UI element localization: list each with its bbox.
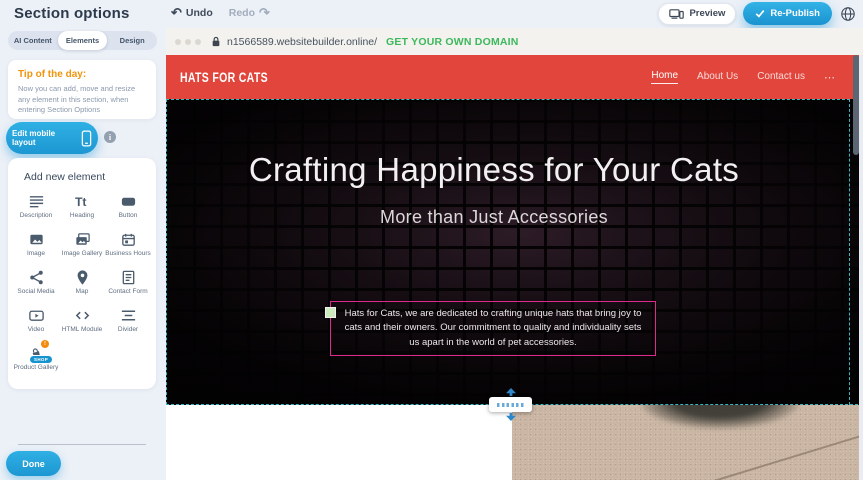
nav-item-about-us[interactable]: About Us — [697, 71, 738, 84]
window-dots-icon — [175, 39, 201, 45]
tip-of-the-day-card: Tip of the day: Now you can add, move an… — [8, 60, 156, 119]
element-item-product-gallery[interactable]: ! SHOP Product Gallery — [13, 344, 59, 382]
element-item-business-hours[interactable]: Business Hours — [105, 230, 151, 268]
get-domain-link[interactable]: GET YOUR OWN DOMAIN — [386, 36, 519, 48]
contact-form-icon — [119, 268, 137, 286]
redo-button[interactable]: Redo ↷ — [229, 6, 270, 19]
hero-background-image — [166, 99, 859, 405]
element-item-image-gallery[interactable]: Image Gallery — [59, 230, 105, 268]
sidebar-tabs: AI Content Elements Design — [8, 31, 157, 50]
info-icon[interactable]: i — [104, 131, 116, 143]
carpet-photo — [512, 405, 863, 480]
tab-elements[interactable]: Elements — [58, 31, 108, 50]
preview-button[interactable]: Preview — [658, 3, 736, 25]
check-icon — [755, 9, 765, 18]
element-item-html-module[interactable]: HTML Module — [59, 306, 105, 344]
app-window: Section options ↶ Undo Redo ↷ Preview Re… — [0, 0, 863, 480]
done-button[interactable]: Done — [6, 451, 61, 476]
element-drag-handle[interactable] — [325, 307, 336, 318]
hero-section[interactable]: Crafting Happiness for Your Cats More th… — [166, 99, 859, 405]
page-title: Section options — [14, 5, 130, 22]
new-badge-icon: ! — [41, 340, 49, 348]
business-hours-icon — [119, 230, 137, 248]
republish-label: Re-Publish — [770, 8, 820, 19]
site-logo[interactable]: HATS FOR CATS — [180, 70, 268, 85]
heading-icon: Tt — [73, 192, 91, 210]
svg-text:Tt: Tt — [74, 194, 86, 208]
image-icon — [27, 230, 45, 248]
button-icon — [119, 192, 137, 210]
sidebar-divider — [18, 444, 146, 445]
done-label: Done — [22, 459, 45, 469]
add-element-panel: Add new element Description Tt Heading B… — [8, 158, 156, 389]
tab-design[interactable]: Design — [107, 31, 157, 50]
top-actions: Preview Re-Publish — [658, 2, 857, 25]
add-element-title: Add new element — [8, 158, 156, 183]
republish-button[interactable]: Re-Publish — [743, 2, 832, 25]
grip-dots-icon — [497, 403, 525, 407]
tip-body: Now you can add, move and resize any ele… — [18, 84, 146, 116]
element-grid: Description Tt Heading Button Image — [8, 183, 156, 382]
carpet-seam-line — [707, 432, 863, 480]
phone-icon — [81, 130, 92, 147]
resize-arrow-down-icon — [505, 413, 517, 421]
map-pin-icon — [73, 268, 91, 286]
cat-shadow — [640, 405, 800, 429]
element-item-heading[interactable]: Tt Heading — [59, 192, 105, 230]
site-nav: Home About Us Contact us ⋯ — [651, 55, 835, 99]
nav-item-home[interactable]: Home — [651, 70, 678, 84]
hero-paragraph: Hats for Cats, we are dedicated to craft… — [341, 307, 645, 350]
undo-redo-group: ↶ Undo Redo ↷ — [171, 6, 270, 19]
preview-label: Preview — [689, 8, 725, 19]
element-item-map[interactable]: Map — [59, 268, 105, 306]
element-item-video[interactable]: Video — [13, 306, 59, 344]
element-item-contact-form[interactable]: Contact Form — [105, 268, 151, 306]
social-media-icon — [27, 268, 45, 286]
element-item-divider[interactable]: Divider — [105, 306, 151, 344]
element-item-description[interactable]: Description — [13, 192, 59, 230]
nav-more-icon[interactable]: ⋯ — [824, 71, 835, 84]
edit-mobile-label: Edit mobile layout — [12, 129, 75, 147]
html-code-icon — [73, 306, 91, 324]
element-item-button[interactable]: Button — [105, 192, 151, 230]
site-header-section[interactable]: HATS FOR CATS Home About Us Contact us ⋯ — [166, 55, 859, 99]
undo-icon: ↶ — [171, 6, 182, 19]
element-item-social-media[interactable]: Social Media — [13, 268, 59, 306]
video-icon — [27, 306, 45, 324]
undo-button[interactable]: ↶ Undo — [171, 6, 213, 19]
image-gallery-icon — [73, 230, 91, 248]
tab-ai-content[interactable]: AI Content — [8, 31, 58, 50]
tip-title: Tip of the day: — [18, 69, 146, 80]
description-icon — [27, 192, 45, 210]
lock-icon — [211, 36, 221, 47]
scrollbar-track[interactable] — [859, 55, 863, 480]
devices-icon — [669, 8, 684, 20]
nav-item-contact-us[interactable]: Contact us — [757, 71, 805, 84]
language-globe-button[interactable] — [839, 5, 857, 23]
edit-mobile-layout-button[interactable]: Edit mobile layout — [6, 122, 98, 154]
selected-text-element[interactable]: Hats for Cats, we are dedicated to craft… — [330, 301, 656, 356]
hero-heading[interactable]: Crafting Happiness for Your Cats — [214, 149, 774, 192]
element-item-image[interactable]: Image — [13, 230, 59, 268]
hero-copy: Crafting Happiness for Your Cats More th… — [214, 149, 774, 228]
scrollbar-thumb[interactable] — [853, 55, 859, 155]
resize-arrow-up-icon — [505, 388, 517, 396]
undo-label: Undo — [186, 7, 213, 19]
redo-label: Redo — [229, 7, 255, 19]
redo-icon: ↷ — [259, 6, 270, 19]
product-gallery-icon: ! SHOP — [27, 344, 45, 362]
section-resize-handle[interactable] — [489, 397, 532, 412]
site-url[interactable]: n1566589.websitebuilder.online/ — [227, 36, 377, 48]
divider-icon — [119, 306, 137, 324]
hero-subheading[interactable]: More than Just Accessories — [214, 207, 774, 228]
browser-address-bar: n1566589.websitebuilder.online/ GET YOUR… — [166, 28, 863, 55]
shop-badge: SHOP — [29, 355, 53, 364]
